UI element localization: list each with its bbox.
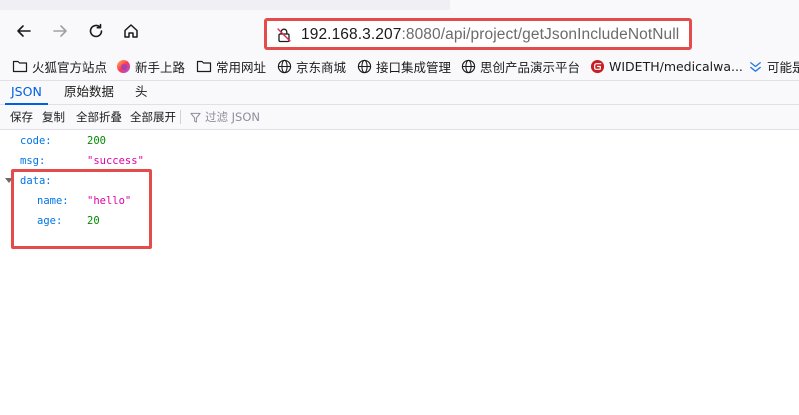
bookmark-label: 接口集成管理 bbox=[376, 59, 452, 75]
annotation-highlight-box bbox=[11, 169, 152, 249]
json-viewer-tabs: JSON 原始数据 头 bbox=[0, 81, 799, 105]
tab-headers[interactable]: 头 bbox=[135, 81, 148, 104]
bookmark-label: 思创产品演示平台 bbox=[480, 59, 581, 75]
copy-button[interactable]: 复制 bbox=[42, 105, 65, 129]
json-key: code: bbox=[20, 135, 52, 147]
tab-strip bbox=[0, 0, 799, 10]
tab-raw-data[interactable]: 原始数据 bbox=[64, 81, 114, 104]
json-key: msg: bbox=[20, 155, 46, 167]
home-button[interactable] bbox=[119, 19, 143, 43]
bookmark-product-demo-platform[interactable]: 思创产品演示平台 bbox=[461, 52, 580, 80]
globe-icon bbox=[461, 59, 476, 73]
bookmark-maybe[interactable]: 可能是 bbox=[748, 52, 799, 80]
filter-json-input[interactable]: 过滤 JSON bbox=[190, 105, 260, 129]
json-number-value: 200 bbox=[87, 135, 106, 147]
active-tab[interactable] bbox=[450, 0, 799, 10]
insecure-lock-icon bbox=[277, 28, 291, 43]
reload-icon bbox=[89, 23, 103, 38]
folder-icon bbox=[12, 60, 28, 73]
firefox-icon bbox=[116, 59, 131, 73]
back-arrow-icon bbox=[17, 25, 31, 37]
url-bar[interactable]: 192.168.3.207:8080/api/project/getJsonIn… bbox=[264, 18, 692, 50]
bookmark-label: 京东商城 bbox=[296, 59, 347, 75]
navigation-bar: 192.168.3.207:8080/api/project/getJsonIn… bbox=[0, 10, 799, 52]
bookmark-interface-integration[interactable]: 接口集成管理 bbox=[357, 52, 451, 80]
toolbar-divider bbox=[180, 110, 181, 124]
bookmark-folder-common-sites[interactable]: 常用网址 bbox=[196, 52, 266, 80]
forward-button[interactable] bbox=[48, 19, 72, 43]
save-button[interactable]: 保存 bbox=[10, 105, 33, 129]
folder-icon bbox=[196, 60, 212, 73]
bookmark-jd-mall[interactable]: 京东商城 bbox=[277, 52, 346, 80]
globe-icon bbox=[357, 59, 372, 73]
json-string-value: "success" bbox=[87, 155, 144, 167]
tab-json[interactable]: JSON bbox=[5, 81, 48, 105]
filter-icon bbox=[190, 112, 201, 123]
reload-button[interactable] bbox=[84, 19, 108, 43]
filter-placeholder: 过滤 JSON bbox=[205, 110, 261, 124]
url-host: 192.168.3.207 bbox=[301, 26, 402, 43]
bookmark-label: 新手上路 bbox=[135, 59, 186, 75]
bookmark-folder-firefox-official[interactable]: 火狐官方站点 bbox=[12, 52, 107, 80]
json-row-msg[interactable]: msg: bbox=[20, 151, 45, 171]
bookmark-getting-started[interactable]: 新手上路 bbox=[116, 52, 185, 80]
chevrons-icon bbox=[750, 61, 761, 72]
json-toolbar: 保存 复制 全部折叠 全部展开 过滤 JSON bbox=[0, 105, 799, 130]
back-button[interactable] bbox=[12, 19, 36, 43]
bookmark-label: 火狐官方站点 bbox=[32, 59, 108, 75]
bookmark-label: 可能是 bbox=[767, 59, 799, 75]
bookmark-gitee-repo[interactable]: WIDETH/medicalwa... bbox=[590, 52, 743, 80]
home-icon bbox=[124, 24, 138, 38]
bookmarks-toolbar: 火狐官方站点 新手上路 常用网址 京东商城 接口集成管理 思创产品演示平台 WI… bbox=[0, 52, 799, 81]
forward-arrow-icon bbox=[53, 25, 67, 37]
json-row-code[interactable]: code: bbox=[20, 131, 52, 151]
json-value-code: 200 bbox=[87, 131, 106, 151]
bookmark-label: 常用网址 bbox=[216, 59, 267, 75]
gitee-icon bbox=[590, 59, 605, 73]
url-path: :8080/api/project/getJsonIncludeNotNull bbox=[401, 26, 680, 43]
url-text[interactable]: 192.168.3.207:8080/api/project/getJsonIn… bbox=[301, 26, 679, 44]
globe-icon bbox=[277, 59, 292, 73]
collapse-all-button[interactable]: 全部折叠 bbox=[76, 105, 122, 129]
bookmark-label: WIDETH/medicalwa... bbox=[609, 58, 743, 74]
json-value-msg: "success" bbox=[87, 151, 144, 171]
expand-all-button[interactable]: 全部展开 bbox=[130, 105, 176, 129]
